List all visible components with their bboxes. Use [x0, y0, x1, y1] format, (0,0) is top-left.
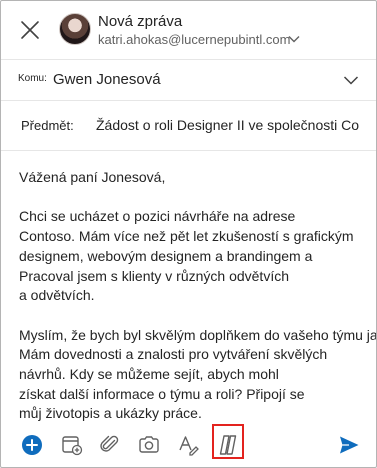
recipient-row: Komu: Gwen Jonesová: [1, 59, 376, 101]
close-icon[interactable]: [17, 17, 43, 43]
paragraph-1: Chci se ucházet o pozici návrháře na adr…: [19, 207, 371, 306]
body-line: Mám dovednosti a znalosti pro vytváření …: [19, 346, 328, 363]
message-body[interactable]: Vážená paní Jonesová, Chci se ucházet o …: [19, 168, 376, 425]
body-line: designem, webovým designem a brandingem …: [19, 247, 313, 264]
expand-recipients-icon[interactable]: [343, 73, 359, 87]
chevron-down-icon[interactable]: [288, 34, 300, 44]
body-line: Contoso. Mám více než pět let zkušeností…: [19, 228, 354, 245]
subject-field[interactable]: Žádost o roli Designer II ve společnosti…: [96, 117, 359, 133]
avatar: [59, 13, 91, 45]
compose-header: Nová zpráva katri.ahokas@lucernepubintl.…: [1, 1, 376, 59]
body-line: a odvětvích.: [19, 287, 95, 304]
add-icon[interactable]: [20, 433, 44, 457]
copilot-highlight-box: [212, 424, 244, 459]
recipient-label: Komu:: [18, 73, 47, 84]
body-line: návrhů. Kdy se můžeme sejít, abych mohl: [19, 366, 279, 382]
greeting: Vážená paní Jonesová,: [19, 169, 166, 185]
attach-icon[interactable]: [98, 433, 122, 457]
body-line: Myslím, že bych byl skvělým doplňkem do …: [19, 326, 377, 343]
body-line: Chci se ucházet o pozici návrháře na adr…: [19, 208, 296, 225]
calendar-add-icon[interactable]: [60, 433, 84, 457]
send-icon[interactable]: [337, 433, 361, 457]
text-format-icon[interactable]: [176, 433, 200, 457]
compose-window: Nová zpráva katri.ahokas@lucernepubintl.…: [0, 0, 377, 468]
paragraph-2: Myslím, že bych byl skvělým doplňkem do …: [19, 326, 376, 425]
sender-account[interactable]: katri.ahokas@lucernepubintl.com: [98, 32, 290, 47]
compose-toolbar: [1, 423, 376, 467]
body-line: můj životopis a ukázky práce.: [19, 405, 202, 422]
camera-icon[interactable]: [137, 433, 161, 457]
body-line: získat další informace o týmu a roli? Př…: [19, 385, 305, 402]
compose-title: Nová zpráva: [98, 13, 183, 30]
recipient-field[interactable]: Gwen Jonesová: [53, 71, 161, 88]
subject-label: Předmět:: [21, 118, 74, 133]
subject-row: Předmět: Žádost o roli Designer II ve sp…: [1, 100, 376, 151]
body-line: Pracoval jsem s klienty v různých odvětv…: [19, 267, 289, 284]
